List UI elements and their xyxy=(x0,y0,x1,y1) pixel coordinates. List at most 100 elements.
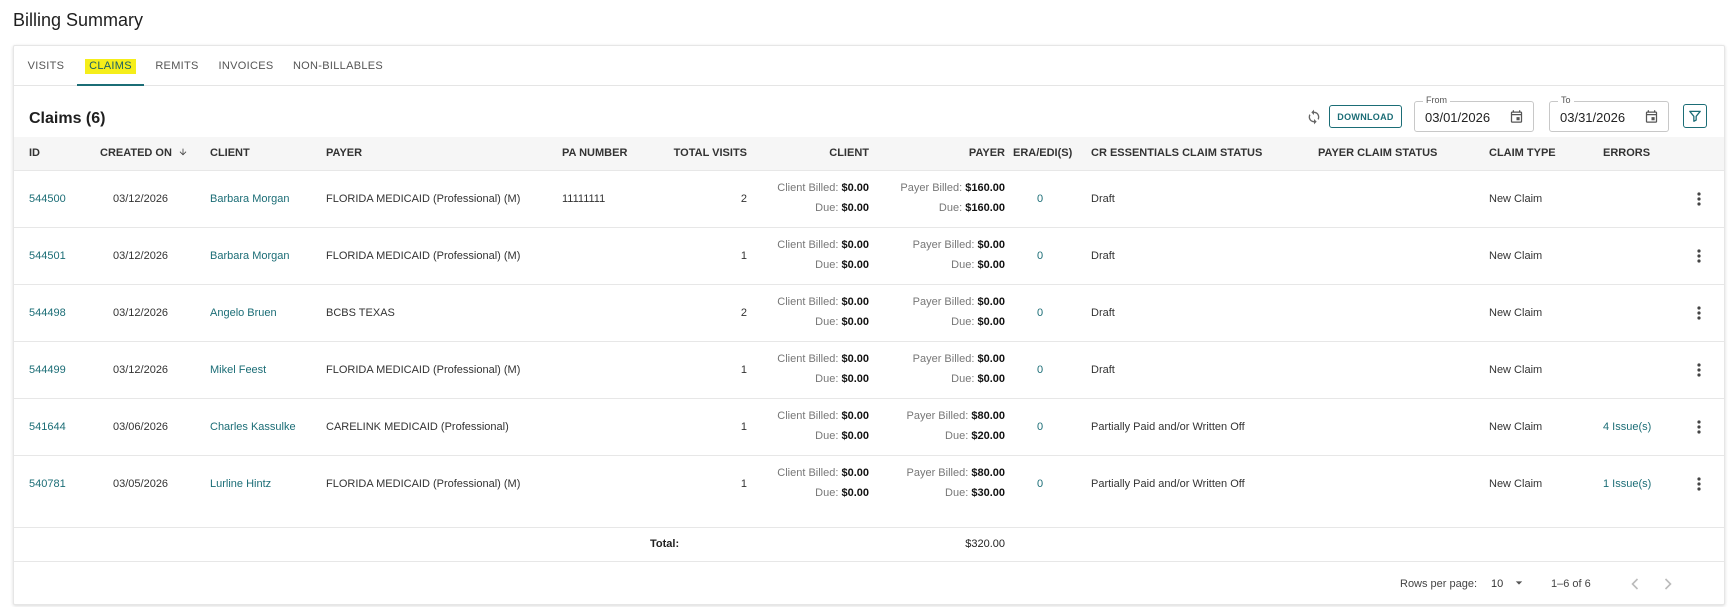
era-edi-link[interactable]: 0 xyxy=(1037,285,1043,341)
col-era-edi[interactable]: ERA/EDI(S) xyxy=(1013,137,1072,170)
cr-claim-status: Draft xyxy=(1091,193,1115,205)
payer-billed-value: $80.00 xyxy=(971,410,1005,422)
errors-link[interactable]: 4 Issue(s) xyxy=(1603,399,1651,455)
claim-id-link[interactable]: 544498 xyxy=(29,285,66,341)
client-amounts: Client Billed: $0.00 Due: $0.00 xyxy=(754,292,869,332)
page-title: Billing Summary xyxy=(13,10,144,30)
claim-id-link[interactable]: 544499 xyxy=(29,342,66,398)
payer-due-value: $160.00 xyxy=(965,202,1005,214)
client-link[interactable]: Mikel Feest xyxy=(210,342,266,398)
table-row[interactable]: 540781 03/05/2026 Lurline Hintz FLORIDA … xyxy=(14,455,1724,512)
tab-non-billables[interactable]: NON-BILLABLES xyxy=(292,46,384,86)
prev-page-button[interactable] xyxy=(1624,573,1646,595)
row-menu-button[interactable] xyxy=(1689,474,1709,494)
tab-label: NON-BILLABLES xyxy=(292,60,384,72)
payer-due-label: Due: xyxy=(945,430,969,442)
client-amounts: Client Billed: $0.00 Due: $0.00 xyxy=(754,178,869,218)
claim-id-link[interactable]: 544501 xyxy=(29,228,66,284)
tab-claims[interactable]: CLAIMS xyxy=(77,46,144,86)
col-payer-claim-status[interactable]: PAYER CLAIM STATUS xyxy=(1318,137,1437,170)
cr-claim-status: Draft xyxy=(1091,250,1115,262)
col-created-on[interactable]: CREATED ON xyxy=(100,137,188,170)
payer-due-label: Due: xyxy=(938,202,963,214)
era-edi-link[interactable]: 0 xyxy=(1037,171,1043,227)
row-menu-button[interactable] xyxy=(1689,246,1709,266)
table-row[interactable]: 541644 03/06/2026 Charles Kassulke CAREL… xyxy=(14,398,1724,455)
col-cr-claim-status[interactable]: CR ESSENTIALS CLAIM STATUS xyxy=(1091,137,1262,170)
cr-claim-status: Draft xyxy=(1091,364,1115,376)
row-menu-button[interactable] xyxy=(1689,303,1709,323)
col-created-on-label: CREATED ON xyxy=(100,147,172,159)
col-claim-type[interactable]: CLAIM TYPE xyxy=(1489,137,1556,170)
col-client[interactable]: CLIENT xyxy=(210,137,250,170)
client-link[interactable]: Barbara Morgan xyxy=(210,228,290,284)
tab-invoices[interactable]: INVOICES xyxy=(215,46,277,86)
col-payer[interactable]: PAYER xyxy=(326,137,362,170)
table-row[interactable]: 544500 03/12/2026 Barbara Morgan FLORIDA… xyxy=(14,170,1724,227)
to-date-value[interactable]: 03/31/2026 xyxy=(1560,110,1625,125)
payer-billed-value: $0.00 xyxy=(977,239,1005,251)
download-button[interactable]: DOWNLOAD xyxy=(1329,105,1402,128)
payer-due-value: $20.00 xyxy=(971,430,1005,442)
to-date-field[interactable]: To 03/31/2026 xyxy=(1549,95,1669,132)
table-row[interactable]: 544501 03/12/2026 Barbara Morgan FLORIDA… xyxy=(14,227,1724,284)
client-due-value: $0.00 xyxy=(841,316,869,328)
more-vertical-icon xyxy=(1697,249,1701,263)
tab-label: CLAIMS xyxy=(85,59,136,74)
era-edi-link[interactable]: 0 xyxy=(1037,399,1043,455)
client-link[interactable]: Angelo Bruen xyxy=(210,285,277,341)
calendar-icon[interactable] xyxy=(1644,109,1659,129)
col-id[interactable]: ID xyxy=(29,137,40,170)
tab-remits[interactable]: REMITS xyxy=(153,46,201,86)
client-billed-label: Client Billed: xyxy=(777,296,839,308)
filter-button[interactable] xyxy=(1683,104,1707,128)
client-due-label: Due: xyxy=(815,316,839,328)
table-row[interactable]: 544498 03/12/2026 Angelo Bruen BCBS TEXA… xyxy=(14,284,1724,341)
col-total-visits[interactable]: TOTAL VISITS xyxy=(654,137,747,170)
claim-id-link[interactable]: 544500 xyxy=(29,171,66,227)
cr-claim-status: Partially Paid and/or Written Off xyxy=(1091,478,1245,490)
rows-per-page-select[interactable]: 10 xyxy=(1491,562,1523,606)
from-date-value[interactable]: 03/01/2026 xyxy=(1425,110,1490,125)
client-billed-value: $0.00 xyxy=(841,296,869,308)
chevron-right-icon xyxy=(1664,578,1672,590)
table-row[interactable]: 544499 03/12/2026 Mikel Feest FLORIDA ME… xyxy=(14,341,1724,398)
client-due-label: Due: xyxy=(815,373,839,385)
row-menu-button[interactable] xyxy=(1689,360,1709,380)
client-billed-label: Client Billed: xyxy=(777,353,839,365)
claim-id-link[interactable]: 541644 xyxy=(29,399,66,455)
client-link[interactable]: Lurline Hintz xyxy=(210,456,271,512)
chevron-left-icon xyxy=(1631,578,1639,590)
errors-link[interactable]: 1 Issue(s) xyxy=(1603,456,1651,512)
payer-name: FLORIDA MEDICAID (Professional) (M) xyxy=(326,193,521,205)
total-visits: 2 xyxy=(740,307,747,319)
tab-bar: VISITS CLAIMS REMITS INVOICES NON-BILLAB… xyxy=(14,46,1724,86)
col-errors[interactable]: ERRORS xyxy=(1603,137,1650,170)
payer-due-label: Due: xyxy=(951,259,975,271)
payer-due-value: $0.00 xyxy=(977,316,1005,328)
tab-visits[interactable]: VISITS xyxy=(23,46,69,86)
refresh-button[interactable] xyxy=(1302,105,1326,129)
col-pa-number[interactable]: PA NUMBER xyxy=(562,137,627,170)
row-menu-button[interactable] xyxy=(1689,417,1709,437)
row-menu-button[interactable] xyxy=(1689,189,1709,209)
client-due-value: $0.00 xyxy=(841,487,869,499)
client-amounts: Client Billed: $0.00 Due: $0.00 xyxy=(754,406,869,446)
client-billed-value: $0.00 xyxy=(841,239,869,251)
era-edi-link[interactable]: 0 xyxy=(1037,342,1043,398)
rows-per-page-value: 10 xyxy=(1491,578,1504,590)
next-page-button[interactable] xyxy=(1657,573,1679,595)
client-link[interactable]: Charles Kassulke xyxy=(210,399,296,455)
total-visits: 1 xyxy=(740,421,747,433)
payer-billed-label: Payer Billed: xyxy=(912,296,975,308)
created-on: 03/06/2026 xyxy=(113,421,169,433)
col-payer-amounts[interactable]: PAYER xyxy=(874,137,1005,170)
era-edi-link[interactable]: 0 xyxy=(1037,456,1043,512)
more-vertical-icon xyxy=(1697,306,1701,320)
col-client-amounts[interactable]: CLIENT xyxy=(754,137,869,170)
calendar-icon[interactable] xyxy=(1509,109,1524,129)
client-link[interactable]: Barbara Morgan xyxy=(210,171,290,227)
claim-id-link[interactable]: 540781 xyxy=(29,456,66,512)
era-edi-link[interactable]: 0 xyxy=(1037,228,1043,284)
from-date-field[interactable]: From 03/01/2026 xyxy=(1414,95,1534,132)
